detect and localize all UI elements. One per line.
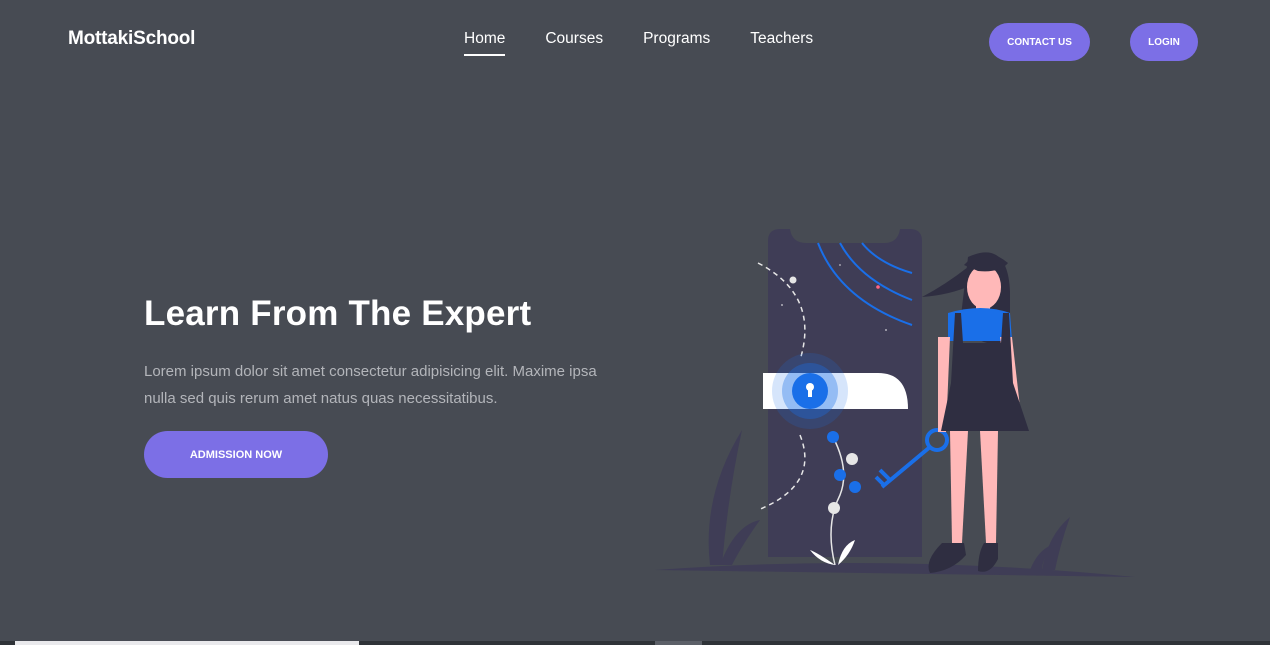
keyhole-icon bbox=[772, 353, 848, 429]
contact-us-button[interactable]: CONTACT US bbox=[989, 23, 1090, 61]
admission-now-button[interactable]: ADMISSION NOW bbox=[144, 431, 328, 478]
hero-title: Learn From The Expert bbox=[144, 294, 532, 333]
nav-item-teachers[interactable]: Teachers bbox=[750, 30, 813, 56]
main-nav: Home Courses Programs Teachers bbox=[464, 30, 813, 56]
bottom-scroll-thumb[interactable] bbox=[15, 641, 359, 645]
bottom-scroll-marker bbox=[655, 641, 702, 645]
hero-illustration bbox=[655, 229, 1135, 577]
site-logo[interactable]: MottakiSchool bbox=[68, 28, 195, 50]
login-button[interactable]: LOGIN bbox=[1130, 23, 1198, 61]
hero-description: Lorem ipsum dolor sit amet consectetur a… bbox=[144, 363, 597, 407]
nav-item-programs[interactable]: Programs bbox=[643, 30, 710, 56]
site-header: MottakiSchool Home Courses Programs Teac… bbox=[0, 0, 1270, 80]
nav-item-home[interactable]: Home bbox=[464, 30, 506, 56]
nav-item-courses[interactable]: Courses bbox=[545, 30, 603, 56]
